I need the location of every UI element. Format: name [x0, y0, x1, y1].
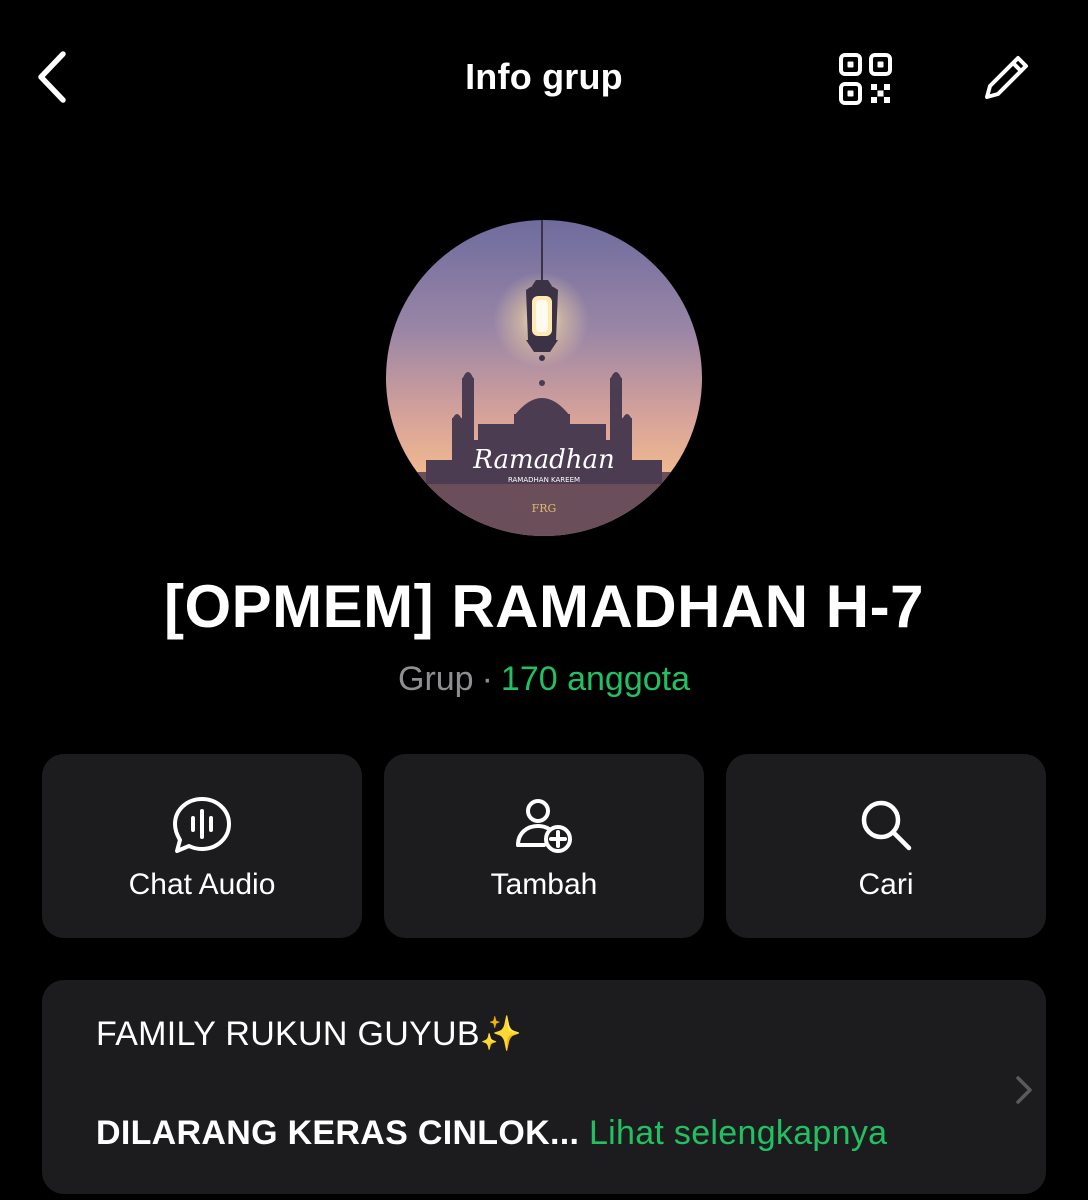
chat-audio-label: Chat Audio — [128, 868, 276, 901]
chevron-left-icon — [38, 51, 66, 103]
avatar-script-text: Ramadhan — [472, 445, 614, 475]
add-member-button[interactable]: Tambah — [384, 754, 704, 938]
search-button[interactable]: Cari — [726, 754, 1046, 938]
pencil-icon — [985, 56, 1028, 99]
search-icon — [861, 800, 912, 851]
qr-code-button[interactable] — [832, 46, 900, 112]
group-description-card[interactable]: FAMILY RUKUN GUYUB✨ DILARANG KERAS CINLO… — [42, 980, 1046, 1194]
audio-chat-icon — [173, 797, 231, 853]
description-line-2: DILARANG KERAS CINLOK... Lihat selengkap… — [96, 1114, 887, 1153]
mosque-lantern-image: Ramadhan RAMADHAN KAREEM FRG — [386, 220, 702, 536]
group-meta: Grup · 170 anggota — [0, 660, 1088, 699]
group-avatar[interactable]: Ramadhan RAMADHAN KAREEM FRG — [386, 220, 702, 536]
description-preview-text: DILARANG KERAS CINLOK... — [96, 1114, 580, 1152]
avatar-subtitle: RAMADHAN KAREEM — [508, 476, 580, 484]
avatar-monogram: FRG — [532, 502, 557, 515]
read-more-link[interactable]: Lihat selengkapnya — [589, 1114, 887, 1152]
add-member-label: Tambah — [490, 868, 598, 901]
meta-separator: · — [481, 660, 493, 698]
group-type-label: Grup — [398, 660, 474, 698]
group-name: [OPMEM] RAMADHAN H-7 — [164, 573, 924, 640]
top-bar: Info grup — [0, 0, 1088, 160]
page-title: Info grup — [465, 56, 623, 97]
chat-audio-button[interactable]: Chat Audio — [42, 754, 362, 938]
back-button[interactable] — [22, 44, 82, 110]
edit-button[interactable] — [972, 44, 1040, 112]
add-person-icon — [516, 799, 572, 853]
qr-code-icon — [839, 53, 892, 105]
member-count-link[interactable]: 170 anggota — [501, 660, 690, 698]
description-line-1: FAMILY RUKUN GUYUB✨ — [96, 1015, 523, 1053]
chevron-right-icon — [1016, 1076, 1032, 1104]
search-label: Cari — [858, 868, 914, 901]
